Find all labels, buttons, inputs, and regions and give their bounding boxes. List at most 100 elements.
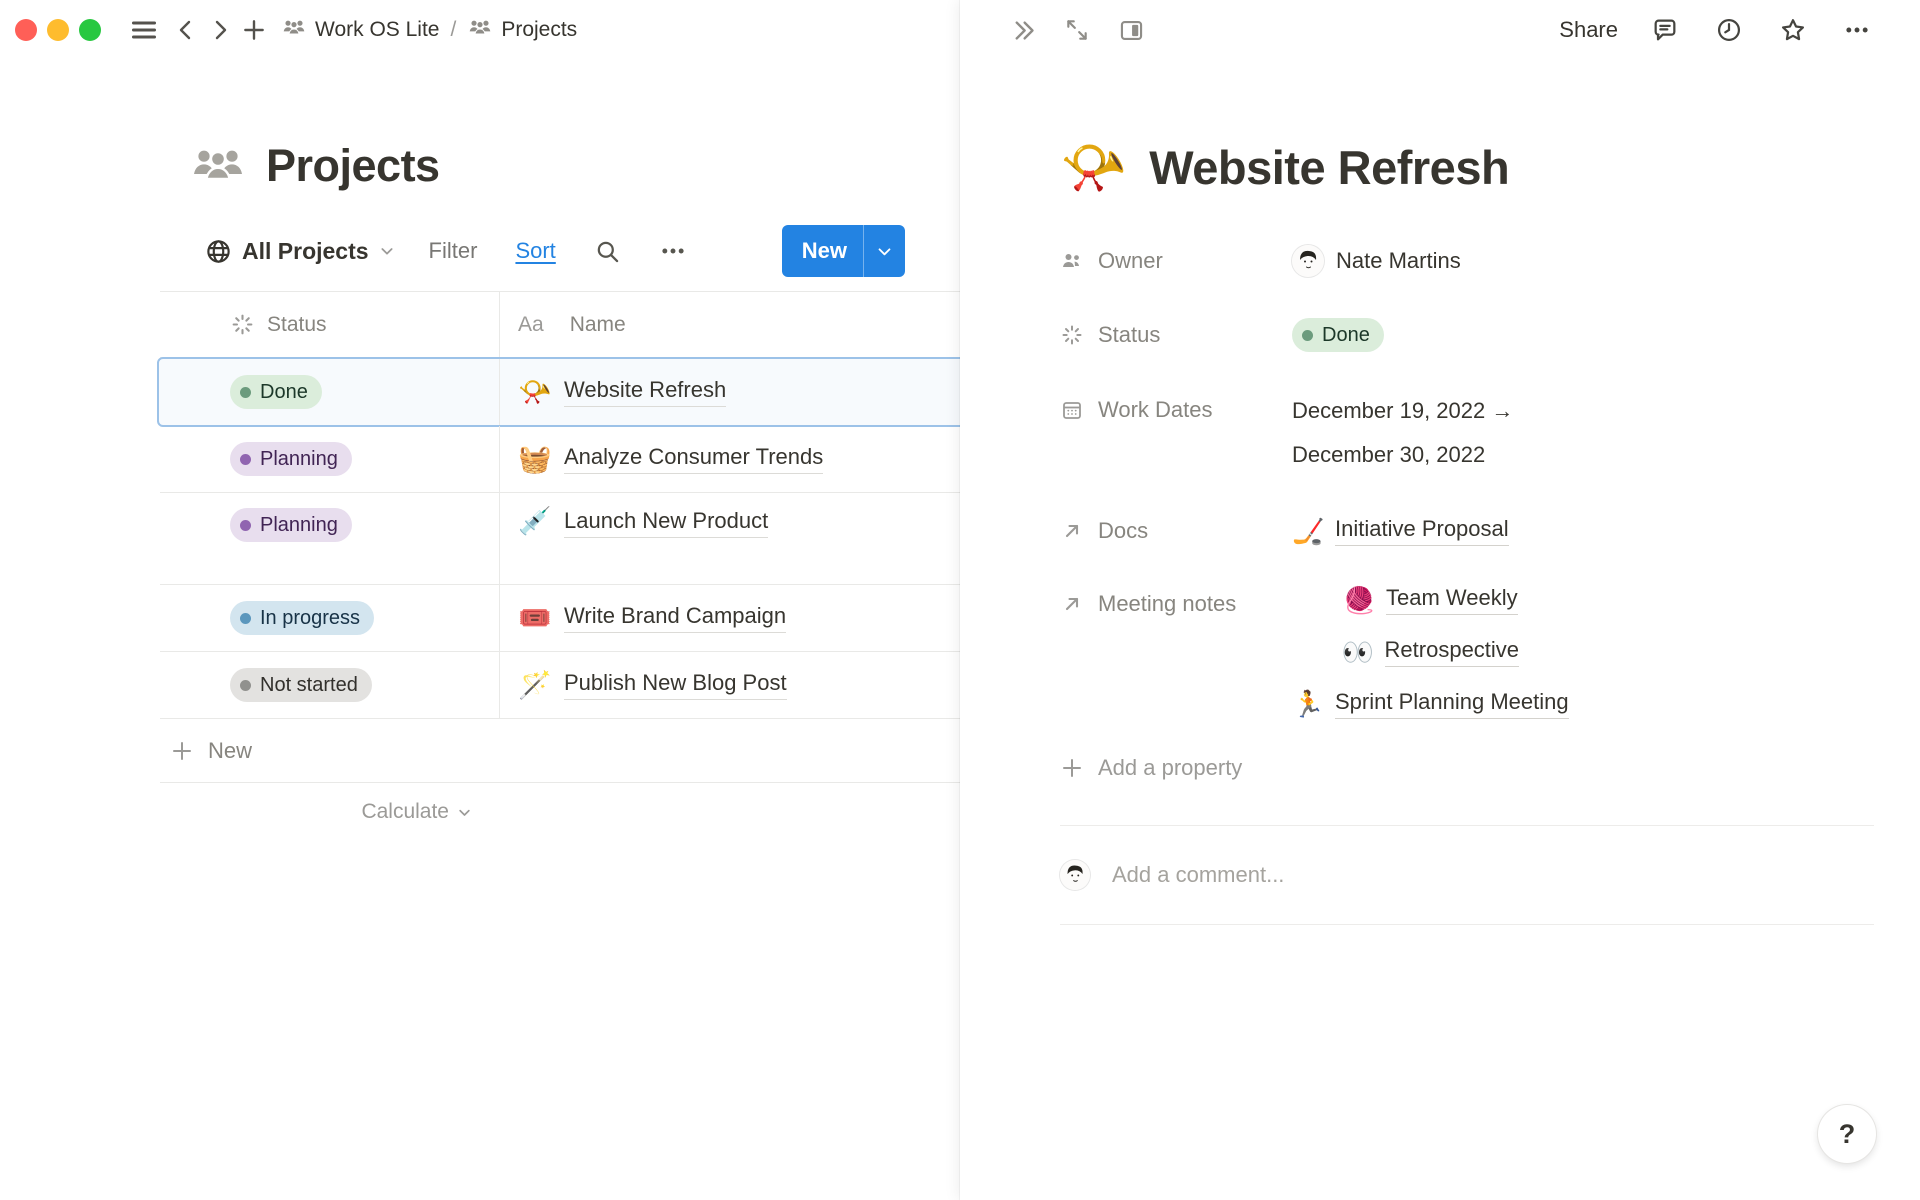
calendar-icon <box>1060 398 1084 422</box>
status-value[interactable]: Done <box>1292 318 1384 352</box>
calculate-label: Calculate <box>361 800 449 824</box>
property-label-text: Work Dates <box>1098 397 1213 423</box>
window-minimize-button[interactable] <box>47 19 69 41</box>
relation-arrow-icon <box>1060 592 1084 616</box>
property-label-text: Owner <box>1098 248 1163 274</box>
relation-link-title: Sprint Planning Meeting <box>1335 689 1569 719</box>
column-header-status[interactable]: Status <box>160 292 500 357</box>
status-pill-done[interactable]: Done <box>1292 318 1384 352</box>
docs-value: 🏒 Initiative Proposal <box>1292 516 1509 546</box>
comment-input[interactable] <box>1112 862 1712 888</box>
work-dates-start: December 19, 2022 → <box>1292 389 1513 433</box>
filter-button[interactable]: Filter <box>429 238 478 264</box>
table-header-row: Status Aa Name <box>160 292 960 358</box>
name-cell[interactable]: 💉 Launch New Product <box>500 493 960 584</box>
breadcrumb-workspace[interactable]: Work OS Lite <box>281 14 439 46</box>
status-cell[interactable]: Planning <box>160 426 500 492</box>
page-link[interactable]: Launch New Product <box>564 508 768 538</box>
page-emoji-runner: 🏃 <box>1292 691 1322 717</box>
back-icon[interactable] <box>169 13 203 47</box>
owner-value[interactable]: Nate Martins <box>1292 245 1461 277</box>
view-toolbar: All Projects Filter Sort New <box>160 225 960 277</box>
peek-topbar: Share <box>960 0 1920 60</box>
relation-link-sprint-planning-meeting[interactable]: 🏃 Sprint Planning Meeting <box>1292 689 1569 719</box>
status-pill-planning[interactable]: Planning <box>230 442 352 476</box>
relation-link-team-weekly[interactable]: 🧶 Team Weekly <box>1343 585 1518 615</box>
name-cell[interactable]: 🎟️ Write Brand Campaign <box>500 585 960 651</box>
page-link[interactable]: Website Refresh <box>564 377 726 407</box>
relation-link-initiative-proposal[interactable]: 🏒 Initiative Proposal <box>1292 516 1509 546</box>
table-row-write-brand-campaign[interactable]: In progress 🎟️ Write Brand Campaign <box>160 585 960 652</box>
relation-link-retrospective[interactable]: 👀 Retrospective <box>1342 637 1520 667</box>
avatar <box>1292 245 1324 277</box>
add-property-button[interactable]: Add a property <box>1060 755 1870 781</box>
relation-link-title: Team Weekly <box>1386 585 1518 615</box>
window-close-button[interactable] <box>15 19 37 41</box>
property-meeting-notes: Meeting notes 🧶 Team Weekly 👀 Retrospect… <box>1060 585 1870 719</box>
breadcrumb-page[interactable]: Projects <box>467 14 577 46</box>
search-icon[interactable] <box>594 238 621 265</box>
calculate-button[interactable]: Calculate <box>160 783 500 841</box>
work-dates-end: December 30, 2022 <box>1292 433 1513 477</box>
page-emoji-ticket: 🎟️ <box>518 605 550 632</box>
page-link[interactable]: Publish New Blog Post <box>564 670 787 700</box>
history-clock-icon[interactable] <box>1712 13 1746 47</box>
window-zoom-button[interactable] <box>79 19 101 41</box>
sort-button[interactable]: Sort <box>515 238 555 264</box>
database-people-icon[interactable] <box>190 138 246 193</box>
property-status-label[interactable]: Status <box>1060 322 1292 348</box>
status-pill-in-progress[interactable]: In progress <box>230 601 374 635</box>
avatar <box>1060 860 1090 890</box>
status-pill-label: Not started <box>260 673 358 697</box>
property-list: Owner Nate Martins Status Done <box>1060 241 1870 781</box>
table-row-analyze-consumer-trends[interactable]: Planning 🧺 Analyze Consumer Trends <box>160 426 960 493</box>
property-work-dates-label[interactable]: Work Dates <box>1060 397 1292 423</box>
more-options-icon[interactable] <box>1840 13 1874 47</box>
table-row-publish-new-blog-post[interactable]: Not started 🪄 Publish New Blog Post <box>160 652 960 719</box>
page-emoji-postal-horn[interactable]: 📯 <box>1060 141 1127 195</box>
status-pill-done[interactable]: Done <box>230 375 322 409</box>
property-owner-label[interactable]: Owner <box>1060 248 1292 274</box>
new-button[interactable]: New <box>782 225 905 277</box>
page-link[interactable]: Write Brand Campaign <box>564 603 786 633</box>
table-row-launch-new-product[interactable]: Planning 💉 Launch New Product <box>160 493 960 585</box>
more-options-icon[interactable] <box>659 237 687 265</box>
new-page-plus-icon[interactable] <box>237 13 271 47</box>
table-row-website-refresh[interactable]: Done 📯 Website Refresh <box>157 357 960 427</box>
name-cell[interactable]: 🧺 Analyze Consumer Trends <box>500 426 960 492</box>
page-title[interactable]: Projects <box>266 140 440 192</box>
breadcrumb-separator: / <box>448 18 458 42</box>
property-meeting-notes-label[interactable]: Meeting notes <box>1060 591 1292 617</box>
open-full-page-expand-icon[interactable] <box>1060 13 1094 47</box>
share-button[interactable]: Share <box>1559 17 1618 43</box>
name-cell[interactable]: 🪄 Publish New Blog Post <box>500 652 960 718</box>
status-cell[interactable]: Planning <box>160 493 500 584</box>
sidebar-toggle-icon[interactable] <box>127 13 161 47</box>
status-pill-not-started[interactable]: Not started <box>230 668 372 702</box>
status-dot <box>240 680 251 691</box>
new-button-chevron-down-icon[interactable] <box>864 225 905 277</box>
name-cell[interactable]: 📯 Website Refresh <box>500 359 960 425</box>
status-cell[interactable]: Done <box>160 359 500 425</box>
view-selector[interactable]: All Projects <box>205 238 395 265</box>
close-peek-double-chevron-icon[interactable] <box>1006 13 1040 47</box>
status-dot <box>240 520 251 531</box>
table-new-row-button[interactable]: New <box>160 719 960 783</box>
favorite-star-icon[interactable] <box>1776 13 1810 47</box>
status-cell[interactable]: In progress <box>160 585 500 651</box>
people-icon <box>281 14 307 46</box>
forward-icon[interactable] <box>203 13 237 47</box>
page-link[interactable]: Analyze Consumer Trends <box>564 444 823 474</box>
help-button[interactable]: ? <box>1818 1105 1876 1163</box>
status-cell[interactable]: Not started <box>160 652 500 718</box>
people-icon <box>467 14 493 46</box>
property-owner: Owner Nate Martins <box>1060 241 1870 281</box>
status-pill-planning[interactable]: Planning <box>230 508 352 542</box>
work-dates-value[interactable]: December 19, 2022 → December 30, 2022 <box>1292 389 1513 477</box>
property-docs-label[interactable]: Docs <box>1060 518 1292 544</box>
page-emoji-postal-horn: 📯 <box>518 379 550 406</box>
comments-icon[interactable] <box>1648 13 1682 47</box>
column-header-name[interactable]: Aa Name <box>500 292 960 357</box>
side-peek-layout-icon[interactable] <box>1114 13 1148 47</box>
peek-page-title[interactable]: Website Refresh <box>1149 140 1509 195</box>
